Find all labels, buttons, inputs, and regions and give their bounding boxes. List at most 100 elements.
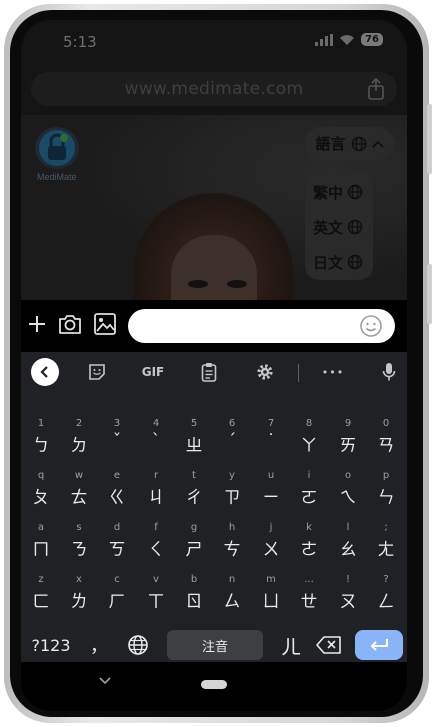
- globe-icon: [347, 254, 363, 270]
- key[interactable]: nㄙ: [213, 574, 251, 612]
- wifi-icon: [340, 34, 355, 45]
- key[interactable]: iㄛ: [290, 470, 328, 508]
- gif-button[interactable]: GIF: [137, 360, 169, 384]
- message-input[interactable]: [128, 309, 395, 343]
- key[interactable]: xㄌ: [60, 574, 98, 612]
- space-key[interactable]: 注音: [167, 630, 263, 660]
- clipboard-button[interactable]: [197, 360, 221, 384]
- key[interactable]: vㄒ: [137, 574, 175, 612]
- key[interactable]: tㄔ: [175, 470, 213, 508]
- enter-key[interactable]: [355, 630, 403, 660]
- share-icon[interactable]: [367, 78, 385, 100]
- plus-icon[interactable]: [27, 314, 47, 334]
- key[interactable]: bㄖ: [175, 574, 213, 612]
- key-hint: 9: [344, 418, 352, 429]
- language-button-label: 語言: [315, 135, 346, 153]
- key-label: ㄜ: [300, 540, 318, 560]
- key-label: ˊ: [227, 431, 237, 451]
- voice-input-button[interactable]: [379, 360, 399, 384]
- key[interactable]: mㄩ: [252, 574, 290, 612]
- key-label: ㄆ: [32, 488, 50, 508]
- key[interactable]: gㄕ: [175, 522, 213, 560]
- key[interactable]: 5ㄓ: [175, 418, 213, 456]
- key-hint: j: [269, 522, 273, 533]
- key[interactable]: sㄋ: [60, 522, 98, 560]
- key[interactable]: aㄇ: [22, 522, 60, 560]
- language-switch-key[interactable]: [123, 630, 153, 660]
- comma-key[interactable]: ，: [83, 630, 115, 660]
- key[interactable]: kㄜ: [290, 522, 328, 560]
- system-nav-bar: [21, 662, 407, 711]
- language-option-traditional-chinese[interactable]: 繁中: [313, 179, 363, 205]
- key-hint: 0: [382, 418, 390, 429]
- key-label: ㄩ: [262, 592, 280, 612]
- key-hint: z: [38, 574, 44, 585]
- keyboard-back-button[interactable]: [31, 358, 59, 386]
- key-row-4: zㄈ xㄌ cㄏ vㄒ bㄖ nㄙ mㄩ ... ㄝ ! ㄡ ? ㄥ: [21, 574, 407, 612]
- key[interactable]: oㄟ: [329, 470, 367, 508]
- key[interactable]: jㄨ: [252, 522, 290, 560]
- image-icon[interactable]: [93, 312, 117, 336]
- more-button[interactable]: •••: [319, 360, 347, 384]
- key[interactable]: rㄐ: [137, 470, 175, 508]
- key[interactable]: 2ㄉ: [60, 418, 98, 456]
- key-hint: y: [229, 470, 235, 481]
- lock-icon: [39, 130, 75, 166]
- symbols-key[interactable]: ?123: [27, 630, 75, 660]
- key-hint: e: [113, 470, 121, 481]
- key-hint: b: [190, 574, 198, 585]
- key[interactable]: 6ˊ: [213, 418, 251, 456]
- medimate-logo[interactable]: [35, 127, 79, 169]
- key[interactable]: 7 ˙: [252, 418, 290, 456]
- key[interactable]: hㄘ: [213, 522, 251, 560]
- key[interactable]: fㄑ: [137, 522, 175, 560]
- language-option-english[interactable]: 英文: [313, 214, 363, 240]
- key[interactable]: 8ㄚ: [290, 418, 328, 456]
- status-icons: 76: [315, 33, 383, 46]
- url-text: www.medimate.com: [124, 79, 304, 99]
- key[interactable]: 9ㄞ: [329, 418, 367, 456]
- emoji-icon[interactable]: [359, 314, 383, 338]
- key-label: ㄒ: [147, 592, 165, 612]
- key[interactable]: 0ㄢ: [367, 418, 405, 456]
- key-label: ㄘ: [223, 540, 241, 560]
- comma-key-label: ，: [90, 636, 108, 657]
- language-button[interactable]: 語言: [305, 127, 394, 160]
- key[interactable]: 1ㄅ: [22, 418, 60, 456]
- key-label: ㄙ: [223, 592, 241, 612]
- er-key-label: ㄦ: [281, 634, 301, 659]
- er-key[interactable]: ㄦ: [275, 630, 307, 660]
- key[interactable]: wㄊ: [60, 470, 98, 508]
- camera-icon[interactable]: [57, 313, 83, 335]
- hide-keyboard-icon[interactable]: [98, 676, 112, 686]
- language-option-label: 日文: [313, 253, 344, 272]
- key[interactable]: 3ˇ: [98, 418, 136, 456]
- key[interactable]: pㄣ: [367, 470, 405, 508]
- sticker-button[interactable]: [85, 360, 109, 384]
- address-bar[interactable]: www.medimate.com: [31, 72, 397, 106]
- chat-input-bar: [21, 300, 407, 352]
- key[interactable]: zㄈ: [22, 574, 60, 612]
- logo-text: MediMate: [37, 172, 77, 182]
- backspace-key[interactable]: [313, 630, 345, 660]
- key-hint: d: [113, 522, 121, 533]
- key[interactable]: eㄍ: [98, 470, 136, 508]
- globe-icon: [128, 635, 148, 655]
- language-option-japanese[interactable]: 日文: [313, 249, 363, 275]
- language-option-label: 繁中: [313, 183, 344, 202]
- key[interactable]: uㄧ: [252, 470, 290, 508]
- key[interactable]: ... ㄝ: [290, 574, 328, 612]
- key[interactable]: ! ㄡ: [329, 574, 367, 612]
- key[interactable]: qㄆ: [22, 470, 60, 508]
- key-label: ㄎ: [108, 540, 126, 560]
- key[interactable]: ? ㄥ: [367, 574, 405, 612]
- key[interactable]: yㄗ: [213, 470, 251, 508]
- key[interactable]: ; ㄤ: [367, 522, 405, 560]
- key[interactable]: 4ˋ: [137, 418, 175, 456]
- settings-button[interactable]: [253, 360, 277, 384]
- key[interactable]: lㄠ: [329, 522, 367, 560]
- home-handle[interactable]: [201, 680, 227, 689]
- key[interactable]: dㄎ: [98, 522, 136, 560]
- power-button: [427, 104, 432, 174]
- key[interactable]: cㄏ: [98, 574, 136, 612]
